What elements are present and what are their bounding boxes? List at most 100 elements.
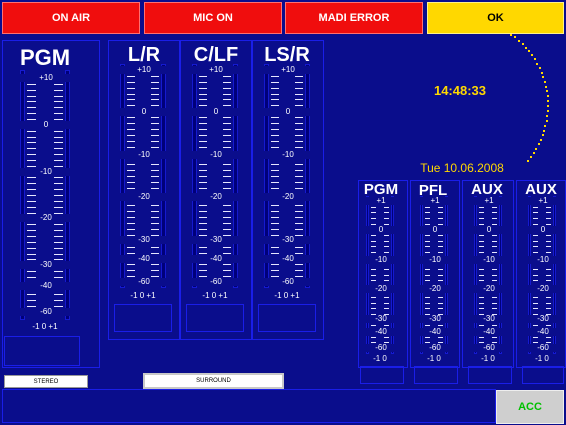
broadcast-monitor-screen: ON AIR MIC ON MADI ERROR OK PGM L/R C/LF… [0, 0, 566, 425]
scale-tick [425, 297, 430, 298]
scale-tick [492, 280, 497, 281]
surround-button[interactable]: SURROUND [143, 373, 284, 389]
scale-tick [492, 303, 497, 304]
scale-tick [546, 280, 551, 281]
scale-tick [492, 218, 497, 219]
scale-label: -40 [420, 327, 450, 336]
scale-tick [371, 325, 376, 326]
scale-tick [492, 337, 497, 338]
scale-tick [479, 303, 484, 304]
scale-tick [546, 275, 551, 276]
scale-tick [425, 325, 430, 326]
scale-tick [546, 337, 551, 338]
scale-tick [425, 224, 430, 225]
aux1-small-level-meter: +1 0 -10 -20 -30 -40 -60 [474, 196, 504, 354]
clock-second-dot [518, 39, 521, 42]
clock-second-dot [501, 28, 504, 31]
clock-second-dot [510, 33, 513, 36]
scale-tick [479, 297, 484, 298]
scale-tick [425, 218, 430, 219]
clock-second-dot [514, 36, 517, 39]
scale-tick [371, 303, 376, 304]
scale-tick [533, 241, 538, 242]
scale-label: -10 [366, 255, 396, 264]
clock-second-dot [525, 46, 528, 49]
scale-tick [492, 308, 497, 309]
scale-tick [438, 241, 443, 242]
scale-tick [371, 308, 376, 309]
scale-tick [438, 235, 443, 236]
scale-tick [492, 207, 497, 208]
clock-second-dot [544, 124, 547, 127]
scale-tick [492, 224, 497, 225]
aux1-small-info-box [468, 366, 512, 384]
scale-tick [546, 246, 551, 247]
scale-tick [546, 207, 551, 208]
scale-tick [438, 280, 443, 281]
scale-label: -30 [528, 314, 558, 323]
scale-tick [533, 337, 538, 338]
clock-second-dot [497, 26, 500, 29]
bottom-panel [2, 389, 496, 423]
scale-label: +1 [474, 197, 504, 205]
scale-tick [546, 224, 551, 225]
scale-tick [384, 303, 389, 304]
scale-tick [384, 280, 389, 281]
clock-second-dot [537, 143, 540, 146]
scale-tick [371, 212, 376, 213]
scale-tick [384, 325, 389, 326]
pfl-small-meter-footer: -1 0 [427, 354, 441, 363]
scale-tick [371, 224, 376, 225]
scale-tick [371, 246, 376, 247]
scale-tick [492, 212, 497, 213]
scale-label: -20 [366, 285, 396, 294]
scale-tick [371, 297, 376, 298]
scale-tick [479, 224, 484, 225]
clock-second-dot [533, 58, 536, 61]
clock-second-dot [528, 50, 531, 53]
scale-label: -30 [366, 314, 396, 323]
scale-tick [479, 325, 484, 326]
scale-tick [533, 207, 538, 208]
scale-tick [533, 218, 538, 219]
scale-tick [371, 218, 376, 219]
scale-tick [546, 235, 551, 236]
scale-tick [479, 218, 484, 219]
scale-tick [384, 212, 389, 213]
scale-tick [479, 275, 484, 276]
scale-tick [533, 297, 538, 298]
clock-date: Tue 10.06.2008 [420, 161, 504, 175]
pfl-small-info-box [414, 366, 458, 384]
scale-tick [425, 275, 430, 276]
clock-second-dot [545, 90, 548, 93]
pgm-small-level-meter: +1 0 -10 -20 -30 -40 -60 [366, 196, 396, 354]
clock-second-dot [536, 62, 539, 65]
scale-tick [425, 303, 430, 304]
scale-tick [384, 269, 389, 270]
clock-second-dot [546, 110, 549, 113]
clock-second-dot [506, 30, 509, 33]
scale-tick [438, 207, 443, 208]
scale-tick [425, 235, 430, 236]
stereo-button[interactable]: STEREO [4, 375, 88, 388]
clock-second-dot [531, 54, 534, 57]
scale-tick [479, 308, 484, 309]
clock-second-dot [529, 155, 532, 158]
clock-second-dot [526, 159, 529, 162]
scale-label: 0 [528, 226, 558, 235]
scale-tick [546, 218, 551, 219]
scale-label: -40 [474, 327, 504, 336]
clock-second-dot [546, 105, 549, 108]
clock-second-dot [545, 119, 548, 122]
acc-button[interactable]: ACC [496, 390, 564, 424]
scale-label: -10 [420, 255, 450, 264]
scale-tick [438, 337, 443, 338]
scale-label: -20 [474, 285, 504, 294]
scale-tick [438, 246, 443, 247]
scale-label: -30 [474, 314, 504, 323]
clock-second-dot [545, 85, 548, 88]
clock-second-dot [492, 24, 495, 27]
scale-tick [492, 297, 497, 298]
scale-tick [384, 235, 389, 236]
scale-tick [425, 269, 430, 270]
